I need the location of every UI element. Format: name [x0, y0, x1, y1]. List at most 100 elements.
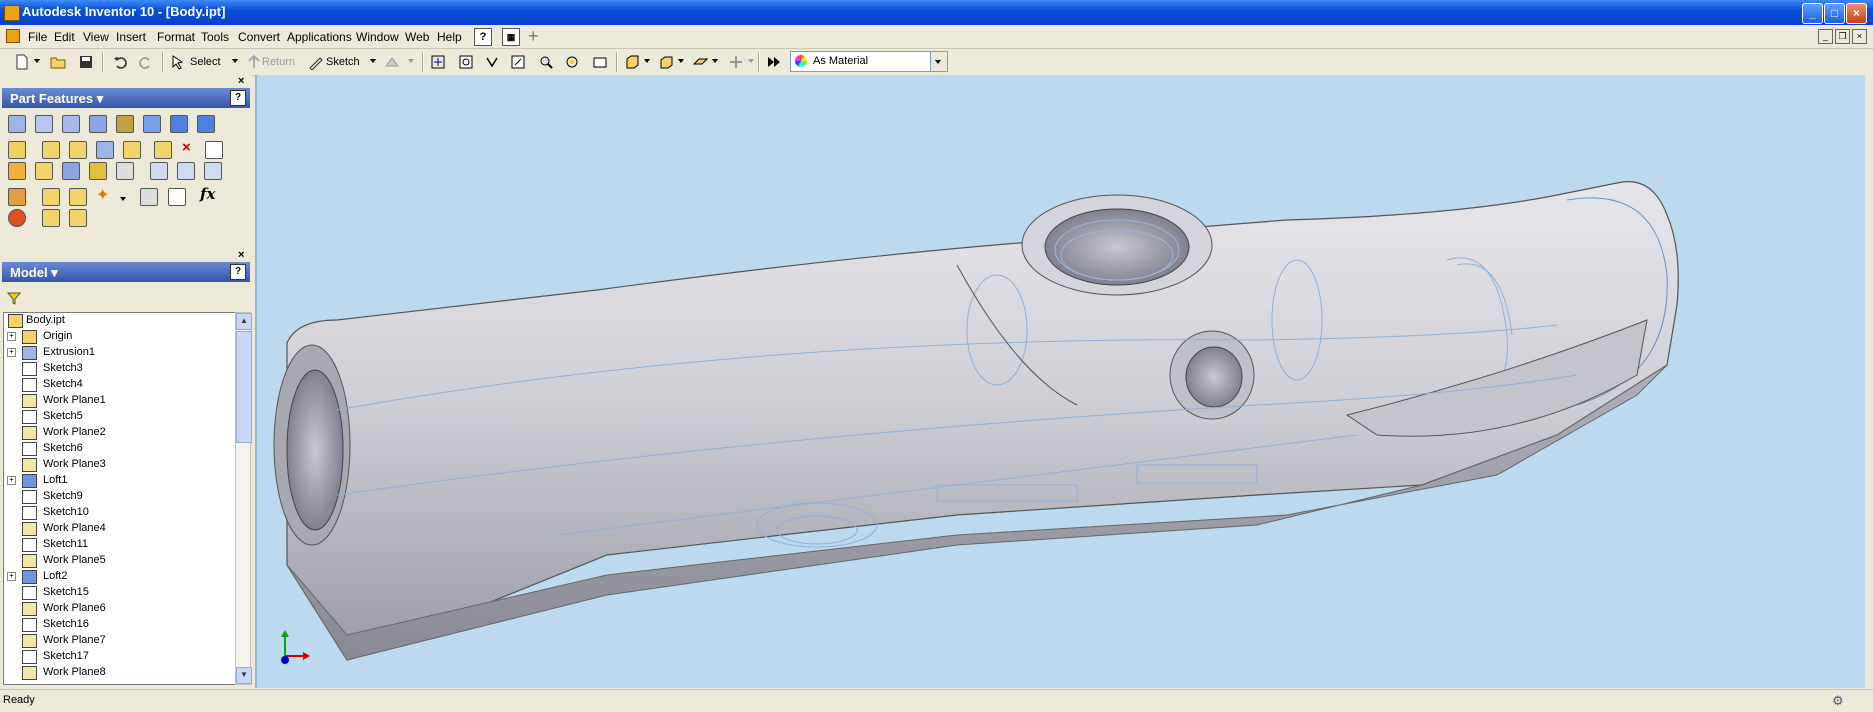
tree-item[interactable]: + Loft1	[4, 473, 235, 489]
scroll-down-button[interactable]: ▼	[236, 667, 252, 684]
parameters-doc-icon[interactable]	[168, 188, 186, 206]
part-body-model[interactable]	[257, 75, 1867, 688]
tree-item[interactable]: Work Plane3	[4, 457, 235, 473]
tree-item[interactable]: Sketch15	[4, 585, 235, 601]
work-axis-icon[interactable]	[42, 188, 60, 206]
doc-minimize-button[interactable]: _	[1818, 29, 1833, 44]
move-face-icon[interactable]	[89, 162, 107, 180]
point-dropdown-arrow[interactable]	[120, 197, 126, 201]
menu-help[interactable]: Help	[437, 30, 462, 44]
select-dropdown-arrow[interactable]	[232, 59, 238, 63]
save-icon[interactable]	[78, 54, 94, 70]
graphics-viewport[interactable]	[255, 75, 1867, 688]
sketch-dropdown-arrow[interactable]	[370, 59, 376, 63]
tree-item[interactable]: Sketch11	[4, 537, 235, 553]
material-dropdown-button[interactable]	[930, 52, 947, 71]
extrude-icon[interactable]	[35, 115, 53, 133]
loft-feature-icon[interactable]	[116, 115, 134, 133]
menu-edit[interactable]: Edit	[54, 30, 75, 44]
work-plane-feature-icon[interactable]	[8, 188, 26, 206]
features-panel-header[interactable]: Part Features ▾ ?	[2, 88, 250, 108]
promote-icon[interactable]	[42, 209, 60, 227]
display-mode-icon[interactable]	[624, 54, 640, 70]
select-arrow-icon[interactable]	[170, 54, 186, 70]
doc-restore-button[interactable]: ❐	[1835, 29, 1850, 44]
tree-item[interactable]: Work Plane4	[4, 521, 235, 537]
revolve-icon[interactable]	[62, 115, 80, 133]
work-point-icon[interactable]	[69, 188, 87, 206]
tree-item[interactable]: Work Plane8	[4, 665, 235, 681]
return-button[interactable]: Return	[262, 56, 295, 68]
tree-item[interactable]: Sketch4	[4, 377, 235, 393]
plus-icon[interactable]: +	[528, 26, 539, 47]
menu-view[interactable]: View	[83, 30, 109, 44]
help-icon[interactable]: ?	[474, 28, 492, 46]
menu-web[interactable]: Web	[405, 30, 429, 44]
derived-component-icon[interactable]	[140, 188, 158, 206]
menu-tools[interactable]: Tools	[201, 30, 229, 44]
grid-icon[interactable]: ▦	[502, 28, 520, 46]
sketch-icon[interactable]	[308, 54, 324, 70]
tree-item[interactable]: Work Plane5	[4, 553, 235, 569]
undo-icon[interactable]	[112, 54, 128, 70]
split-icon[interactable]	[154, 141, 172, 159]
features-help-icon[interactable]: ?	[230, 90, 246, 106]
circular-pattern-icon[interactable]	[177, 162, 195, 180]
tree-item[interactable]: + Loft2	[4, 569, 235, 585]
tree-item[interactable]: Sketch9	[4, 489, 235, 505]
display-mode-dropdown-arrow[interactable]	[644, 59, 650, 63]
sheet-metal-icon[interactable]	[8, 209, 26, 227]
menu-convert[interactable]: Convert	[238, 30, 280, 44]
chamfer-icon[interactable]	[69, 141, 87, 159]
menu-window[interactable]: Window	[356, 30, 399, 44]
face-draft-icon[interactable]	[123, 141, 141, 159]
tree-item[interactable]: + Origin	[4, 329, 235, 345]
menu-insert[interactable]: Insert	[116, 30, 146, 44]
rectangular-pattern-icon[interactable]	[150, 162, 168, 180]
features-panel-close-icon[interactable]: ×	[238, 75, 244, 87]
close-button[interactable]: ×	[1846, 3, 1867, 24]
new-icon[interactable]	[14, 54, 30, 70]
color-style-icon[interactable]	[766, 54, 782, 70]
combine-icon[interactable]	[35, 162, 53, 180]
model-browser-tree[interactable]: Body.ipt + Origin + Extrusion1 Sketch3 Sketch…	[3, 312, 236, 685]
minimize-button[interactable]: _	[1802, 3, 1823, 24]
model-panel-header[interactable]: Model ▾ ?	[2, 262, 250, 282]
expand-toggle-icon[interactable]: +	[7, 476, 16, 485]
update-icon[interactable]	[384, 54, 400, 70]
thread-icon[interactable]	[8, 162, 26, 180]
document-icon[interactable]	[6, 29, 20, 43]
coil-icon[interactable]	[170, 115, 188, 133]
inventor-app-icon[interactable]	[4, 5, 20, 21]
sketch-button[interactable]: Sketch	[326, 56, 360, 68]
tree-scrollbar[interactable]: ▲ ▼	[235, 312, 252, 685]
model-help-icon[interactable]: ?	[230, 264, 246, 280]
fillet-icon[interactable]	[42, 141, 60, 159]
tree-item[interactable]: Sketch16	[4, 617, 235, 633]
bend-icon[interactable]	[205, 141, 223, 159]
select-button[interactable]: Select	[190, 56, 221, 68]
info-icon[interactable]	[69, 209, 87, 227]
pan-icon[interactable]	[510, 54, 526, 70]
section-dropdown-arrow[interactable]	[748, 59, 754, 63]
expand-toggle-icon[interactable]: +	[7, 348, 16, 357]
maximize-button[interactable]: □	[1824, 3, 1845, 24]
zoom-all-icon[interactable]	[430, 54, 446, 70]
decal-icon[interactable]	[62, 162, 80, 180]
look-at-icon[interactable]	[592, 54, 608, 70]
parameters-fx-icon[interactable]: fx	[200, 185, 215, 203]
grounded-point-icon[interactable]: ✦	[96, 185, 109, 205]
tree-item[interactable]: Work Plane1	[4, 393, 235, 409]
rotate-icon[interactable]	[564, 54, 580, 70]
hole-icon[interactable]	[89, 115, 107, 133]
tree-item[interactable]: Sketch3	[4, 361, 235, 377]
menu-applications[interactable]: Applications	[287, 30, 352, 44]
menu-file[interactable]: File	[28, 30, 47, 44]
tree-item[interactable]: Sketch17	[4, 649, 235, 665]
update-dropdown-arrow[interactable]	[408, 59, 414, 63]
shell-icon[interactable]	[96, 141, 114, 159]
filter-icon[interactable]	[7, 291, 21, 305]
menu-format[interactable]: Format	[157, 30, 195, 44]
tree-item[interactable]: Work Plane7	[4, 633, 235, 649]
delete-face-icon[interactable]: ×	[182, 139, 191, 156]
